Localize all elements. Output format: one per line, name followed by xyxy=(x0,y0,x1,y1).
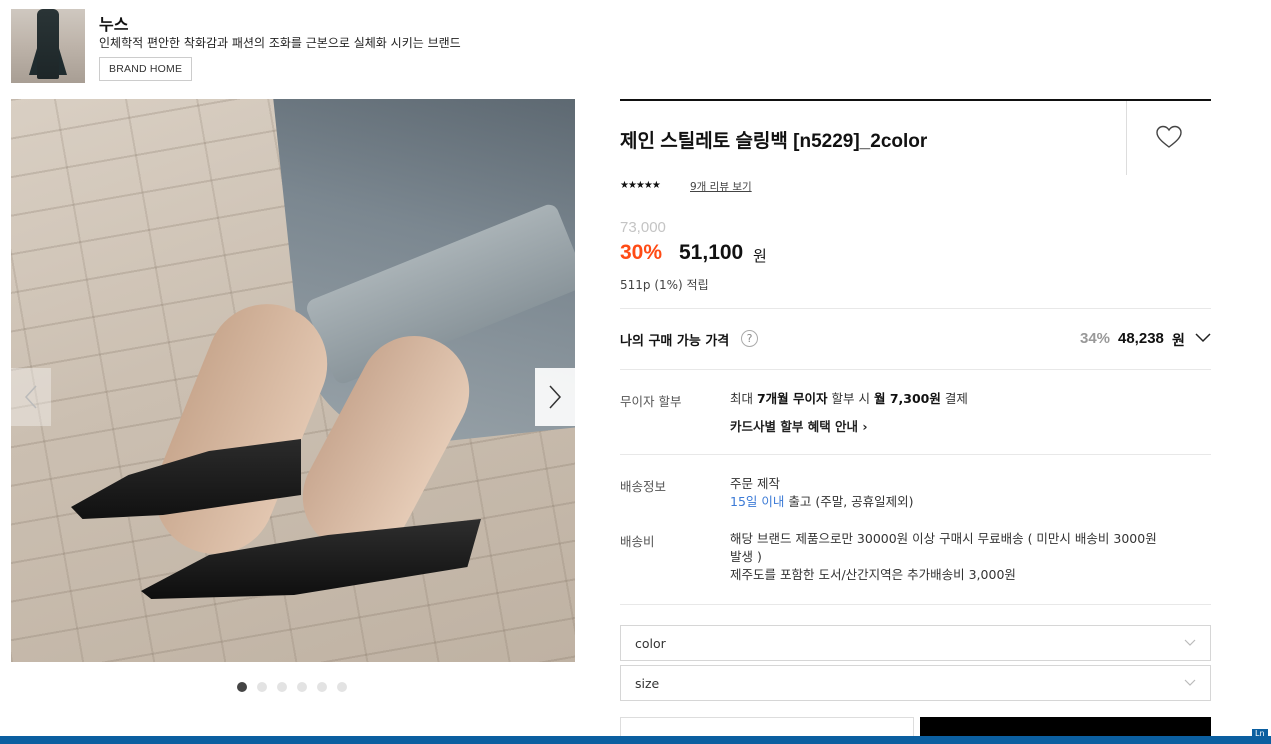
gallery-prev-button[interactable] xyxy=(11,368,51,426)
shipping-fee-line: 발생 ) xyxy=(730,549,762,564)
product-image[interactable] xyxy=(11,99,575,662)
chevron-down-icon[interactable] xyxy=(1195,333,1211,343)
chevron-left-icon xyxy=(24,385,37,409)
color-select-label: color xyxy=(635,636,666,651)
reward-points: 511p (1%) 적립 xyxy=(620,278,709,292)
installment-text: 할부 시 xyxy=(827,391,874,406)
gallery-pagination xyxy=(237,682,347,692)
divider xyxy=(620,369,1211,370)
brand-description: 인체학적 편안한 착화감과 패션의 조화를 근본으로 실체화 시키는 브랜드 xyxy=(99,36,461,50)
brand-name[interactable]: 누스 xyxy=(99,11,128,35)
divider xyxy=(620,308,1211,309)
gallery-dot[interactable] xyxy=(297,682,307,692)
bottom-tag: Ln xyxy=(1252,729,1268,738)
gallery-next-button[interactable] xyxy=(535,368,575,426)
wishlist-divider xyxy=(1126,101,1127,175)
help-icon[interactable]: ? xyxy=(741,330,758,347)
card-installment-link[interactable]: 카드사별 할부 혜택 안내 › xyxy=(730,416,868,435)
product-title: 제인 스틸레토 슬링백 [n5229]_2color xyxy=(620,131,928,152)
thumbnail-model xyxy=(37,9,59,79)
gallery-dot[interactable] xyxy=(317,682,327,692)
brand-home-button[interactable]: BRAND HOME xyxy=(99,57,193,81)
installment-label: 무이자 할부 xyxy=(620,394,682,409)
sale-price: 51,100 xyxy=(679,241,744,264)
shipping-fee-line: 해당 브랜드 제품으로만 30000원 이상 구매시 무료배송 ( 미만시 배송… xyxy=(730,531,1157,546)
divider xyxy=(620,454,1211,455)
my-price-currency: 원 xyxy=(1172,333,1185,349)
divider xyxy=(620,604,1211,605)
review-link[interactable]: 9개 리뷰 보기 xyxy=(690,179,752,194)
rating-stars: ★★★★★ xyxy=(620,180,661,191)
shipping-label: 배송정보 xyxy=(620,479,667,494)
chevron-down-icon xyxy=(1184,679,1196,686)
installment-text: 결제 xyxy=(940,391,968,406)
gallery-dot[interactable] xyxy=(337,682,347,692)
brand-thumbnail[interactable] xyxy=(11,9,85,83)
original-price: 73,000 xyxy=(620,219,666,236)
shipping-line: 주문 제작 xyxy=(730,476,780,491)
my-price-label: 나의 구매 가능 가격 xyxy=(620,334,730,349)
installment-info: 최대 7개월 무이자 할부 시 월 7,300원 결제 xyxy=(730,390,968,408)
chevron-down-icon xyxy=(1184,639,1196,646)
bottom-bar xyxy=(0,736,1271,744)
sale-price-currency: 원 xyxy=(753,247,767,265)
chevron-right-icon xyxy=(549,385,562,409)
discount-rate: 30% xyxy=(620,241,663,264)
wishlist-button[interactable] xyxy=(1155,124,1183,150)
shipping-days: 15일 이내 xyxy=(730,494,785,509)
shipping-fee-label: 배송비 xyxy=(620,534,655,549)
color-select[interactable]: color xyxy=(620,625,1211,661)
shipping-text: 출고 (주말, 공휴일제외) xyxy=(784,494,914,509)
my-price-value: 48,238 xyxy=(1118,330,1164,347)
shipping-fee-info: 해당 브랜드 제품으로만 30000원 이상 구매시 무료배송 ( 미만시 배송… xyxy=(730,530,1157,584)
size-select[interactable]: size xyxy=(620,665,1211,701)
heart-icon xyxy=(1156,125,1182,148)
installment-months: 7개월 무이자 xyxy=(756,391,828,406)
gallery-dot[interactable] xyxy=(237,682,247,692)
shipping-line: 15일 이내 출고 (주말, 공휴일제외) xyxy=(730,493,914,511)
installment-text: 최대 xyxy=(730,391,757,406)
gallery-dot[interactable] xyxy=(257,682,267,692)
shipping-fee-line: 제주도를 포함한 도서/산간지역은 추가배송비 3,000원 xyxy=(730,567,1016,582)
product-info-top-border xyxy=(620,99,1211,101)
shipping-info: 주문 제작 15일 이내 출고 (주말, 공휴일제외) xyxy=(730,475,914,511)
size-select-label: size xyxy=(635,676,660,691)
installment-monthly: 월 7,300원 xyxy=(873,391,941,406)
my-price-discount: 34% xyxy=(1080,330,1111,347)
gallery-dot[interactable] xyxy=(277,682,287,692)
